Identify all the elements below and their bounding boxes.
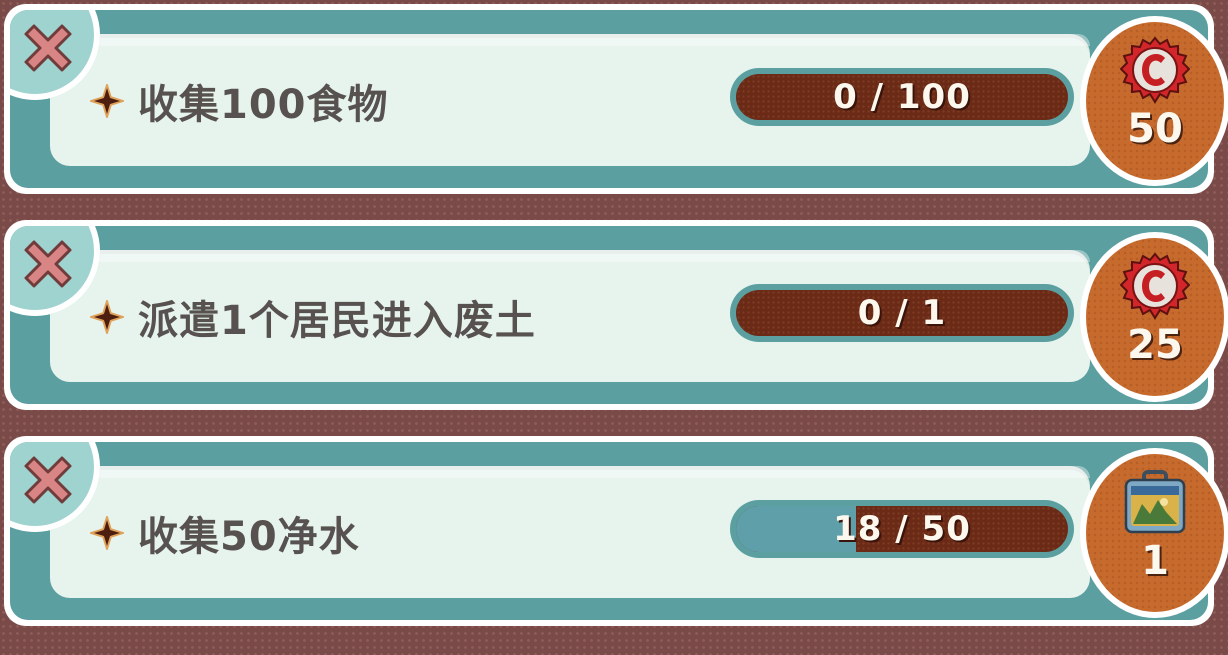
objective-card: 派遣1个居民进入废土 0 / 1 25 — [4, 220, 1228, 410]
close-icon[interactable] — [12, 12, 84, 84]
reward-badge: 50 — [1080, 16, 1228, 186]
bottle-cap-icon — [1120, 252, 1190, 320]
objective-card: 收集100食物 0 / 100 50 — [4, 4, 1228, 194]
bottle-cap-icon — [1120, 36, 1190, 104]
panel-highlight — [50, 250, 1090, 262]
panel-highlight — [50, 34, 1090, 46]
reward-badge: 1 — [1080, 448, 1228, 618]
objective-label: 收集100食物 — [138, 82, 389, 128]
panel-highlight — [50, 466, 1090, 478]
progress-text: 0 / 1 — [857, 293, 947, 333]
objective-star-icon — [89, 83, 125, 119]
lunchbox-icon — [1124, 470, 1186, 534]
objective-star-icon — [89, 515, 125, 551]
progress-track: 18 / 50 — [736, 506, 1068, 552]
objective-card: 收集50净水 18 / 50 1 — [4, 436, 1228, 626]
close-icon[interactable] — [12, 228, 84, 300]
close-icon[interactable] — [12, 444, 84, 516]
objective-progress-bar: 0 / 100 — [730, 68, 1074, 126]
reward-amount: 50 — [1127, 106, 1183, 152]
progress-track: 0 / 100 — [736, 74, 1068, 120]
progress-text: 0 / 100 — [833, 77, 971, 117]
objective-progress-bar: 0 / 1 — [730, 284, 1074, 342]
objective-star-icon — [89, 299, 125, 335]
objective-label: 派遣1个居民进入废土 — [138, 298, 536, 344]
progress-text: 18 / 50 — [833, 509, 971, 549]
progress-track: 0 / 1 — [736, 290, 1068, 336]
reward-amount: 25 — [1127, 322, 1183, 368]
reward-amount: 1 — [1141, 538, 1169, 584]
objective-progress-bar: 18 / 50 — [730, 500, 1074, 558]
objective-label: 收集50净水 — [138, 514, 360, 560]
reward-badge: 25 — [1080, 232, 1228, 402]
